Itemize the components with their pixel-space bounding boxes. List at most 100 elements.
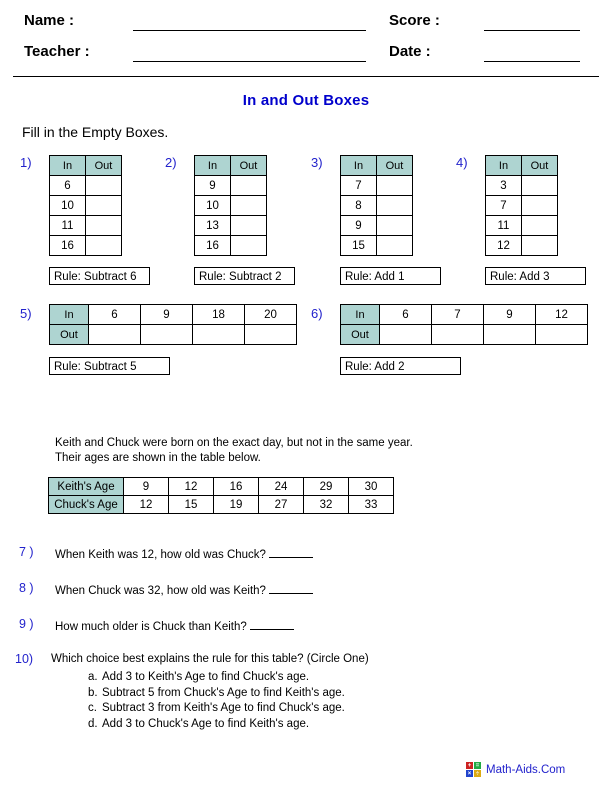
- chuck-age-cell: 15: [168, 495, 214, 514]
- choice-d[interactable]: d. Add 3 to Chuck's Age to find Keith's a…: [88, 717, 345, 733]
- word-problem-text: Keith and Chuck were born on the exact d…: [55, 436, 413, 466]
- out-answer-cell[interactable]: [379, 324, 432, 345]
- out-answer-cell[interactable]: [376, 215, 413, 236]
- problem-number-1: 1): [20, 155, 32, 170]
- out-answer-cell[interactable]: [85, 195, 122, 216]
- out-answer-cell[interactable]: [244, 324, 297, 345]
- chuck-age-cell: 27: [258, 495, 304, 514]
- question-10-choices: a. Add 3 to Keith's Age to find Chuck's a…: [88, 670, 345, 732]
- chuck-age-cell: 12: [123, 495, 169, 514]
- out-answer-cell[interactable]: [85, 215, 122, 236]
- out-answer-cell[interactable]: [88, 324, 141, 345]
- row-header-in: In: [340, 304, 380, 325]
- problem-2-table: In Out 9 10 13 16: [194, 155, 267, 256]
- table-row: 16: [49, 235, 122, 256]
- table-row: 11: [49, 215, 122, 236]
- choice-a[interactable]: a. Add 3 to Keith's Age to find Chuck's a…: [88, 670, 345, 686]
- chuck-age-cell: 32: [303, 495, 349, 514]
- equals-symbol-icon: =: [474, 762, 481, 769]
- row-header-chucks-age: Chuck's Age: [48, 495, 124, 514]
- table-row-out: Out: [49, 324, 297, 345]
- choice-d-text: Add 3 to Chuck's Age to find Keith's age…: [102, 717, 310, 730]
- table-row-in: In 6 9 18 20: [49, 304, 297, 325]
- divide-symbol-icon: ÷: [474, 770, 481, 777]
- table-header-row: In Out: [49, 155, 122, 176]
- out-answer-cell[interactable]: [230, 215, 267, 236]
- out-answer-cell[interactable]: [376, 235, 413, 256]
- in-value-cell: 7: [485, 195, 522, 216]
- out-answer-cell[interactable]: [535, 324, 588, 345]
- out-answer-cell[interactable]: [192, 324, 245, 345]
- question-number-10: 10): [15, 652, 34, 666]
- question-number-7: 7 ): [19, 545, 34, 559]
- choice-c-letter: c.: [88, 702, 97, 714]
- in-value-cell: 9: [340, 215, 377, 236]
- table-row-keith: Keith's Age 9 12 16 24 29 30: [48, 477, 394, 496]
- in-value-cell: 12: [535, 304, 588, 325]
- out-answer-cell[interactable]: [521, 195, 558, 216]
- row-header-out: Out: [49, 324, 89, 345]
- problem-3-table: In Out 7 8 9 15: [340, 155, 413, 256]
- out-answer-cell[interactable]: [85, 235, 122, 256]
- problem-3-rule-box: Rule: Add 1: [340, 267, 441, 285]
- in-value-cell: 12: [485, 235, 522, 256]
- question-8-prompt: When Chuck was 32, how old was Keith?: [55, 585, 266, 597]
- in-value-cell: 10: [49, 195, 86, 216]
- out-answer-cell[interactable]: [483, 324, 536, 345]
- in-value-cell: 6: [49, 175, 86, 196]
- keith-age-cell: 16: [213, 477, 259, 496]
- question-number-8: 8 ): [19, 581, 34, 595]
- out-answer-cell[interactable]: [521, 215, 558, 236]
- chuck-age-cell: 33: [348, 495, 394, 514]
- question-7-text: When Keith was 12, how old was Chuck?: [55, 546, 313, 561]
- header-divider: [13, 76, 599, 77]
- in-value-cell: 9: [140, 304, 193, 325]
- word-problem-line-1: Keith and Chuck were born on the exact d…: [55, 437, 413, 449]
- in-value-cell: 9: [483, 304, 536, 325]
- in-value-cell: 7: [431, 304, 484, 325]
- table-row: 3: [485, 175, 558, 196]
- out-answer-cell[interactable]: [376, 175, 413, 196]
- out-answer-cell[interactable]: [230, 195, 267, 216]
- out-answer-cell[interactable]: [140, 324, 193, 345]
- row-header-keiths-age: Keith's Age: [48, 477, 124, 496]
- table-row: 9: [340, 215, 413, 236]
- teacher-input-line[interactable]: [133, 61, 366, 62]
- name-label: Name :: [24, 12, 75, 29]
- problem-number-3: 3): [311, 155, 323, 170]
- table-row-chuck: Chuck's Age 12 15 19 27 32 33: [48, 495, 394, 514]
- choice-b[interactable]: b. Subtract 5 from Chuck's Age to find Ke…: [88, 686, 345, 702]
- question-8-answer-blank[interactable]: [268, 582, 313, 594]
- problem-1-table: In Out 6 10 11 16: [49, 155, 122, 256]
- column-header-in: In: [485, 155, 522, 176]
- date-input-line[interactable]: [484, 61, 580, 62]
- problem-2-rule-box: Rule: Subtract 2: [194, 267, 295, 285]
- table-row: 16: [194, 235, 267, 256]
- problem-number-4: 4): [456, 155, 468, 170]
- out-answer-cell[interactable]: [521, 175, 558, 196]
- question-7-answer-blank[interactable]: [268, 546, 313, 558]
- in-value-cell: 7: [340, 175, 377, 196]
- name-input-line[interactable]: [133, 30, 366, 31]
- column-header-in: In: [340, 155, 377, 176]
- in-value-cell: 16: [49, 235, 86, 256]
- footer: + = × ÷ Math-Aids.Com: [466, 762, 565, 777]
- math-aids-logo-icon: + = × ÷: [466, 762, 481, 777]
- choice-c[interactable]: c. Subtract 3 from Keith's Age to find Ch…: [88, 701, 345, 717]
- out-answer-cell[interactable]: [521, 235, 558, 256]
- question-9-answer-blank[interactable]: [249, 618, 294, 630]
- problem-number-6: 6): [311, 306, 323, 321]
- problem-4-table: In Out 3 7 11 12: [485, 155, 558, 256]
- out-answer-cell[interactable]: [85, 175, 122, 196]
- score-input-line[interactable]: [484, 30, 580, 31]
- in-value-cell: 11: [49, 215, 86, 236]
- keith-age-cell: 12: [168, 477, 214, 496]
- row-header-in: In: [49, 304, 89, 325]
- out-answer-cell[interactable]: [431, 324, 484, 345]
- in-value-cell: 16: [194, 235, 231, 256]
- out-answer-cell[interactable]: [230, 235, 267, 256]
- out-answer-cell[interactable]: [230, 175, 267, 196]
- choice-a-letter: a.: [88, 671, 98, 683]
- column-header-out: Out: [376, 155, 413, 176]
- out-answer-cell[interactable]: [376, 195, 413, 216]
